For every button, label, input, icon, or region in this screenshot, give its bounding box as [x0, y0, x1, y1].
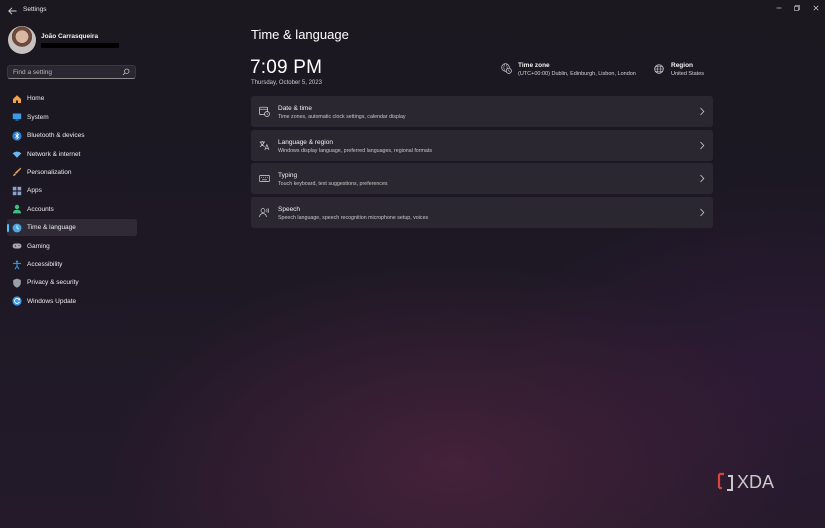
card-title: Speech — [278, 205, 301, 213]
sidebar-item-label: Accessibility — [27, 261, 63, 269]
close-icon — [813, 5, 819, 11]
sidebar-item-label: Network & internet — [27, 150, 81, 158]
chevron-right-icon — [700, 208, 705, 216]
globe-clock-icon — [501, 63, 512, 74]
chevron-right-icon — [700, 174, 705, 183]
current-date: Thursday, October 5, 2023 — [251, 80, 322, 86]
xda-watermark-logo: XDA — [717, 472, 774, 492]
sidebar-item-label: Apps — [27, 187, 42, 195]
page-title: Time & language — [251, 27, 349, 42]
redacted-email — [41, 43, 119, 48]
sidebar-item-label: Privacy & security — [27, 279, 79, 287]
sidebar-item-label: Bluetooth & devices — [27, 132, 85, 140]
sidebar-item-home[interactable]: Home — [7, 90, 137, 108]
time-zone-title: Time zone — [518, 62, 550, 69]
brush-icon — [13, 168, 22, 177]
sidebar-item-accounts[interactable]: Accounts — [7, 201, 137, 219]
title-bar: Settings — [0, 0, 825, 22]
current-time: 7:09 PM — [250, 57, 323, 78]
sidebar-item-time-language[interactable]: Time & language — [7, 218, 137, 237]
card-title: Date & time — [278, 105, 312, 112]
back-button[interactable] — [5, 4, 19, 18]
calendar-clock-icon — [259, 106, 270, 117]
card-subtitle: Speech language, speech recognition micr… — [278, 214, 429, 221]
card-language-region[interactable]: Language & region Windows display langua… — [251, 129, 713, 161]
search-input[interactable]: Find a setting — [13, 69, 52, 76]
accounts-icon — [13, 205, 21, 214]
sidebar-item-system[interactable]: System — [7, 108, 137, 126]
search-icon[interactable] — [122, 68, 130, 76]
time-language-icon — [12, 223, 22, 233]
settings-cards: Date & time Time zones, automatic clock … — [251, 96, 713, 230]
card-subtitle: Windows display language, preferred lang… — [278, 147, 432, 154]
apps-icon — [12, 186, 22, 196]
minimize-icon — [776, 7, 782, 9]
card-subtitle: Touch keyboard, text suggestions, prefer… — [278, 181, 388, 187]
card-title: Typing — [278, 172, 298, 179]
xda-text: XDA — [737, 472, 774, 492]
sidebar-item-label: Home — [27, 95, 45, 103]
sidebar-item-label: System — [27, 113, 49, 121]
close-button[interactable] — [808, 2, 824, 14]
chevron-right-icon — [700, 107, 705, 116]
card-title: Language & region — [278, 138, 333, 146]
app-title: Settings — [23, 6, 47, 13]
back-arrow-icon — [7, 7, 16, 15]
card-speech[interactable]: Speech Speech language, speech recogniti… — [251, 196, 713, 228]
wifi-icon — [12, 151, 22, 158]
sidebar-item-network[interactable]: Network & internet — [7, 145, 137, 163]
maximize-button[interactable] — [789, 2, 805, 14]
avatar[interactable] — [8, 26, 36, 54]
sidebar-item-label: Gaming — [27, 242, 50, 250]
globe-icon — [654, 64, 664, 74]
speech-icon — [259, 207, 269, 217]
bluetooth-icon — [12, 130, 22, 141]
sidebar-item-accessibility[interactable]: Accessibility — [7, 256, 137, 274]
sidebar-item-label: Accounts — [27, 205, 54, 213]
sidebar-item-gaming[interactable]: Gaming — [7, 237, 137, 255]
sidebar-item-windows-update[interactable]: Windows Update — [7, 293, 137, 311]
accessibility-icon — [13, 260, 21, 270]
chevron-right-icon — [700, 141, 705, 149]
card-date-time[interactable]: Date & time Time zones, automatic clock … — [251, 96, 713, 127]
keyboard-icon — [259, 175, 270, 182]
user-name: João Carrasqueira — [41, 33, 99, 40]
sidebar-item-apps[interactable]: Apps — [7, 182, 137, 200]
sidebar-item-privacy[interactable]: Privacy & security — [7, 274, 137, 292]
minimize-button[interactable] — [771, 2, 787, 14]
card-subtitle: Time zones, automatic clock settings, ca… — [278, 114, 406, 120]
update-icon — [12, 296, 22, 306]
gaming-icon — [12, 243, 22, 249]
sidebar-item-label: Windows Update — [27, 297, 77, 305]
maximize-icon — [794, 5, 800, 11]
home-icon — [13, 94, 21, 103]
shield-icon — [13, 278, 21, 288]
card-typing[interactable]: Typing Touch keyboard, text suggestions,… — [251, 163, 713, 194]
sidebar-item-bluetooth[interactable]: Bluetooth & devices — [7, 127, 137, 145]
sidebar-nav: Home System Bluetooth & devices Network … — [7, 90, 137, 311]
search-box[interactable]: Find a setting — [7, 65, 136, 79]
sidebar-item-label: Personalization — [27, 168, 72, 176]
language-icon — [259, 140, 270, 150]
region-value: United States — [671, 71, 705, 77]
system-icon — [12, 113, 22, 121]
time-zone-value: (UTC+00:00) Dublin, Edinburgh, Lisbon, L… — [518, 71, 636, 77]
sidebar-item-personalization[interactable]: Personalization — [7, 164, 137, 182]
region-title: Region — [671, 62, 694, 69]
sidebar-item-label: Time & language — [27, 224, 76, 232]
